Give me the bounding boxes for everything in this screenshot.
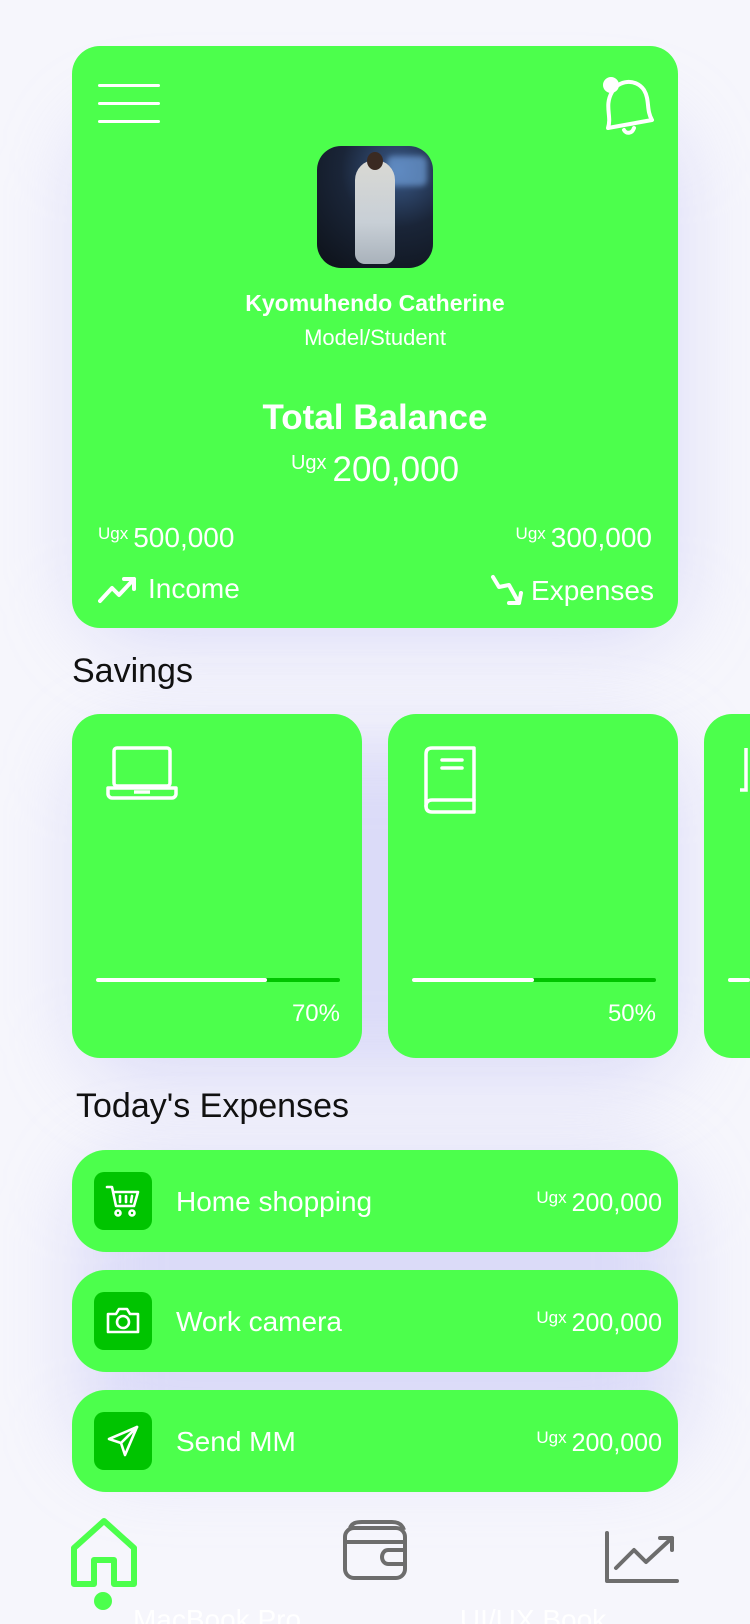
menu-button[interactable]	[98, 84, 162, 130]
expense-amount: Ugx 200,000	[536, 1428, 662, 1458]
nav-active-indicator	[94, 1592, 112, 1610]
expense-icon-box	[94, 1412, 152, 1470]
currency-label: Ugx	[536, 1308, 567, 1327]
trending-up-icon	[98, 577, 136, 603]
currency-label: Ugx	[536, 1428, 567, 1447]
saving-progress-fill	[96, 978, 267, 982]
saving-progress-bar	[728, 978, 750, 982]
bell-icon	[603, 77, 654, 135]
shopping-cart-icon	[105, 1185, 140, 1217]
total-balance-label: Total Balance	[262, 398, 488, 437]
expenses-value: 300,000	[550, 522, 652, 553]
laptop-icon	[106, 744, 178, 805]
balance-value: 200,000	[332, 450, 460, 489]
expense-item-home-shopping[interactable]: Home shopping Ugx 200,000	[72, 1150, 678, 1252]
expense-name: Home shopping	[176, 1186, 373, 1217]
hamburger-menu-icon	[98, 102, 160, 105]
expenses-amount: Ugx 300,000	[516, 522, 652, 554]
user-role: Model/Student	[304, 325, 446, 350]
income-value: 500,000	[133, 522, 235, 553]
expense-item-send-mm[interactable]: Send MM Ugx 200,000	[72, 1390, 678, 1492]
income-amount: Ugx 500,000	[98, 522, 234, 554]
expense-value: 200,000	[571, 1429, 662, 1457]
income-label: Income	[148, 573, 240, 604]
saving-progress-fill	[412, 978, 534, 982]
expense-name: Send MM	[176, 1426, 296, 1457]
avatar-photo-figure	[355, 160, 395, 264]
saving-card-macbook[interactable]: MacBook Pro 70%	[72, 714, 362, 1624]
trending-down-icon	[491, 575, 524, 605]
expenses-label: Expenses	[531, 575, 654, 606]
expense-name: Work camera	[176, 1306, 342, 1337]
saving-percent: 50%	[607, 1000, 656, 1027]
nav-home[interactable]	[70, 1516, 138, 1593]
saving-card-uiux-book[interactable]: UI/UX Book 50%	[388, 714, 678, 1624]
book-icon	[422, 744, 482, 819]
expense-icon-box	[94, 1172, 152, 1230]
balance-card: Kyomuhendo Catherine Model/Student Total…	[72, 46, 678, 628]
wallet-icon	[343, 1520, 407, 1580]
camera-icon	[106, 1307, 140, 1334]
saving-name: UI/UX Book	[459, 1604, 607, 1624]
saving-percent: 70%	[291, 1000, 340, 1027]
currency-label: Ugx	[290, 452, 327, 474]
saving-name: MacBook Pro	[132, 1604, 302, 1624]
avatar-photo-head	[367, 152, 383, 170]
expense-icon-box	[94, 1292, 152, 1350]
home-icon	[71, 1518, 137, 1587]
total-balance-amount: Ugx 200,000	[72, 450, 678, 490]
expense-amount: Ugx 200,000	[536, 1308, 662, 1338]
expense-item-work-camera[interactable]: Work camera Ugx 200,000	[72, 1270, 678, 1372]
expense-value: 200,000	[571, 1309, 662, 1337]
income-link[interactable]: Income	[98, 573, 240, 605]
expenses-link[interactable]: Expenses	[489, 573, 654, 609]
chart-trend-icon	[605, 1531, 679, 1583]
user-name: Kyomuhendo Catherine	[245, 290, 505, 316]
notification-button[interactable]	[594, 70, 658, 136]
nav-analytics[interactable]	[604, 1530, 680, 1589]
laptop-icon	[740, 748, 748, 792]
currency-label: Ugx	[536, 1188, 567, 1207]
saving-progress-bar	[412, 978, 656, 982]
saving-card-partial[interactable]	[704, 714, 750, 1058]
currency-label: Ugx	[515, 524, 546, 543]
avatar	[317, 146, 433, 268]
expense-amount: Ugx 200,000	[536, 1188, 662, 1218]
expense-value: 200,000	[571, 1189, 662, 1217]
saving-progress-bar	[96, 978, 340, 982]
send-icon	[107, 1425, 139, 1457]
currency-label: Ugx	[98, 524, 129, 543]
hamburger-menu-icon	[98, 120, 160, 123]
nav-wallet[interactable]	[342, 1520, 408, 1587]
hamburger-menu-icon	[98, 84, 160, 87]
savings-title: Savings	[72, 652, 193, 690]
todays-expenses-title: Today's Expenses	[76, 1087, 349, 1125]
